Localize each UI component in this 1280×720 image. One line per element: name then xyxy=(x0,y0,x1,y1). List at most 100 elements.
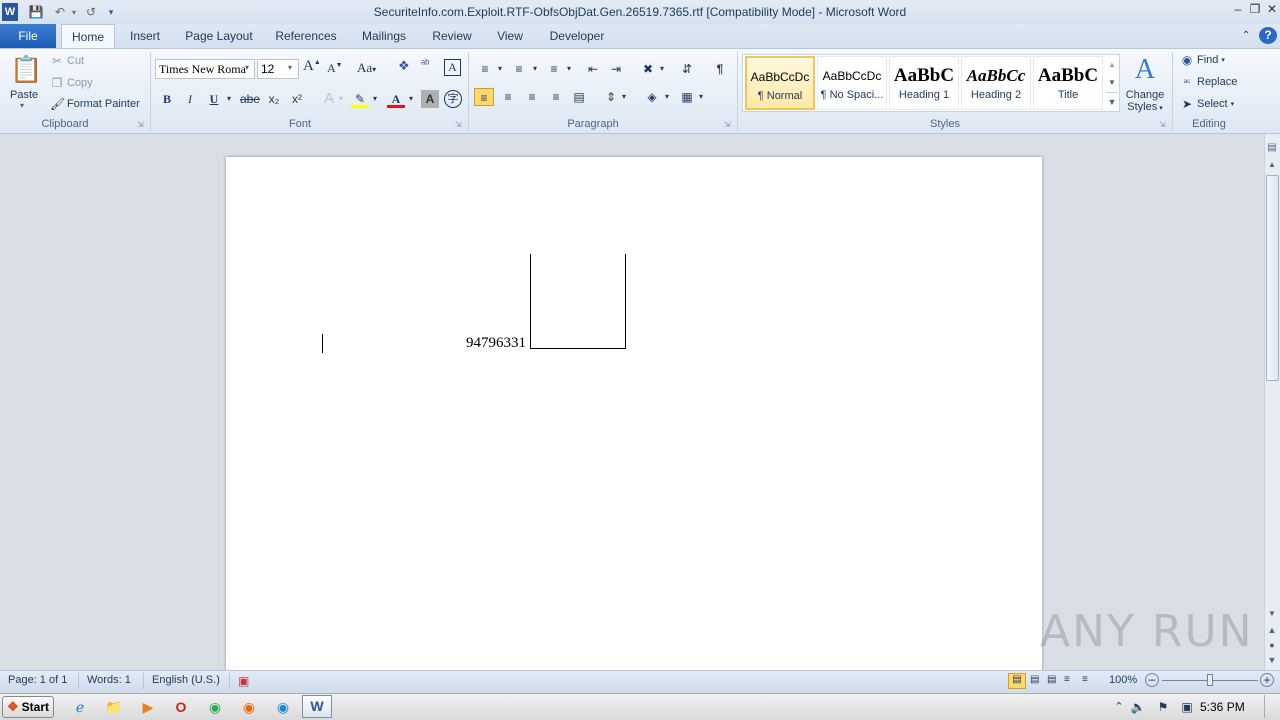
format-painter-button[interactable]: 🖌 Format Painter xyxy=(50,97,140,111)
word-taskbar-icon[interactable]: W xyxy=(302,695,332,718)
numbering-dropdown-icon[interactable]: ▾ xyxy=(530,60,540,78)
line-spacing-dropdown-icon[interactable]: ▾ xyxy=(619,88,629,106)
asian-layout-icon[interactable]: ✖ xyxy=(638,60,658,78)
document-page[interactable] xyxy=(226,157,1042,677)
phonetic-guide-icon[interactable]: ᵃᵇ xyxy=(421,58,429,70)
shading-icon[interactable]: ◈ xyxy=(642,88,662,106)
change-case-button[interactable]: Aa▾ xyxy=(357,60,376,76)
font-color-dropdown-icon[interactable]: ▾ xyxy=(406,90,416,108)
strikethrough-button[interactable]: abe xyxy=(240,90,260,108)
align-center-icon[interactable]: ≡ xyxy=(498,88,518,106)
enclose-characters-icon[interactable]: 字 xyxy=(444,90,462,108)
zoom-level[interactable]: 100% xyxy=(1109,674,1137,686)
help-icon[interactable]: ? xyxy=(1259,27,1277,44)
tab-insert[interactable]: Insert xyxy=(122,24,168,48)
scroll-down-icon[interactable]: ▼ xyxy=(1266,609,1278,621)
shading-dropdown-icon[interactable]: ▾ xyxy=(662,88,672,106)
styles-more-icon[interactable]: ▼ xyxy=(1106,92,1118,110)
scroll-up-icon[interactable]: ▲ xyxy=(1266,160,1278,172)
grow-font-button[interactable]: A▲ xyxy=(303,58,321,75)
edge-icon[interactable]: ◉ xyxy=(272,697,294,717)
underline-button[interactable]: U xyxy=(205,90,223,108)
show-formatting-button[interactable]: ¶ xyxy=(710,60,730,78)
styles-launcher-icon[interactable]: ⇲ xyxy=(1159,120,1166,129)
bullets-icon[interactable]: ≡ xyxy=(475,60,495,78)
ruler-toggle-icon[interactable]: ▤ xyxy=(1266,142,1278,156)
page-count[interactable]: Page: 1 of 1 xyxy=(8,674,67,686)
superscript-button[interactable]: x² xyxy=(287,90,307,108)
subscript-button[interactable]: x₂ xyxy=(264,90,284,108)
borders-dropdown-icon[interactable]: ▾ xyxy=(696,88,706,106)
media-player-icon[interactable]: ▶ xyxy=(137,697,159,717)
font-name-dropdown-icon[interactable]: ▾ xyxy=(245,63,249,72)
increase-indent-icon[interactable]: ⇥ xyxy=(606,60,626,78)
print-layout-icon[interactable]: ▤ xyxy=(1008,673,1026,689)
zoom-slider-thumb[interactable] xyxy=(1207,674,1213,686)
justify-icon[interactable]: ≡ xyxy=(546,88,566,106)
paragraph-launcher-icon[interactable]: ⇲ xyxy=(724,120,731,129)
opera-icon[interactable]: O xyxy=(170,697,192,717)
cut-button[interactable]: ✂ Cut xyxy=(50,54,84,68)
select-button[interactable]: ➤ Select ▾ xyxy=(1180,97,1234,111)
embedded-object-frame[interactable] xyxy=(530,254,626,349)
paste-icon[interactable]: 📋 xyxy=(10,54,42,88)
action-center-icon[interactable]: ⚑ xyxy=(1152,697,1174,717)
firefox-icon[interactable]: ◉ xyxy=(238,697,260,717)
style-title[interactable]: AaBbC Title xyxy=(1033,56,1103,110)
italic-button[interactable]: I xyxy=(181,90,199,108)
show-desktop-button[interactable] xyxy=(1264,695,1278,718)
shrink-font-button[interactable]: A▼ xyxy=(327,61,343,76)
style-no-spacing[interactable]: AaBbCcDc ¶ No Spaci... xyxy=(817,56,887,110)
ie-icon[interactable]: ℯ xyxy=(69,697,91,717)
copy-button[interactable]: ❐ Copy xyxy=(50,76,93,90)
bullets-dropdown-icon[interactable]: ▾ xyxy=(495,60,505,78)
chrome-icon[interactable]: ◉ xyxy=(204,697,226,717)
clipboard-launcher-icon[interactable]: ⇲ xyxy=(137,120,144,129)
style-normal[interactable]: AaBbCcDc ¶ Normal xyxy=(745,56,815,110)
character-shading-icon[interactable]: A xyxy=(421,90,439,108)
tab-mailings[interactable]: Mailings xyxy=(352,24,416,48)
zoom-in-icon[interactable]: + xyxy=(1260,673,1274,687)
borders-icon[interactable]: ▦ xyxy=(677,88,697,106)
style-heading-2[interactable]: AaBbCc Heading 2 xyxy=(961,56,1031,110)
font-name-select[interactable]: Times New Roma xyxy=(155,59,255,79)
restore-icon[interactable]: ❐ xyxy=(1246,2,1264,18)
minimize-ribbon-icon[interactable]: ⌃ xyxy=(1238,24,1254,48)
style-heading-1[interactable]: AaBbC Heading 1 xyxy=(889,56,959,110)
multilevel-dropdown-icon[interactable]: ▾ xyxy=(564,60,574,78)
character-border-icon[interactable]: A xyxy=(444,59,461,76)
underline-dropdown-icon[interactable]: ▾ xyxy=(224,90,234,108)
asian-layout-dropdown-icon[interactable]: ▾ xyxy=(657,60,667,78)
outline-icon[interactable]: ≡ xyxy=(1064,674,1070,685)
close-icon[interactable]: ✕ xyxy=(1263,2,1280,18)
volume-icon[interactable]: 🔈 xyxy=(1127,697,1149,717)
text-effects-dropdown-icon[interactable]: ▾ xyxy=(336,90,346,108)
macro-record-icon[interactable]: ▣ xyxy=(238,674,249,688)
web-layout-icon[interactable]: ▤ xyxy=(1047,674,1056,685)
word-count[interactable]: Words: 1 xyxy=(87,674,131,686)
tab-references[interactable]: References xyxy=(270,24,342,48)
font-size-select[interactable]: 12 xyxy=(257,59,299,79)
replace-button[interactable]: ᵃᶜ Replace xyxy=(1180,75,1238,89)
align-right-icon[interactable]: ≡ xyxy=(522,88,542,106)
explorer-icon[interactable]: 📁 xyxy=(103,697,125,717)
distributed-icon[interactable]: ▤ xyxy=(569,88,589,106)
find-button[interactable]: ◉ Find ▾ xyxy=(1180,53,1225,67)
tab-file[interactable]: File xyxy=(0,24,56,48)
font-color-icon[interactable]: A xyxy=(387,90,405,108)
tab-review[interactable]: Review xyxy=(426,24,478,48)
tab-view[interactable]: View xyxy=(490,24,530,48)
document-text[interactable]: 94796331 xyxy=(466,335,526,352)
font-size-dropdown-icon[interactable]: ▾ xyxy=(288,63,292,72)
tab-page-layout[interactable]: Page Layout xyxy=(180,24,258,48)
paste-button[interactable]: Paste xyxy=(10,89,38,101)
numbering-icon[interactable]: ≡ xyxy=(509,60,529,78)
network-icon[interactable]: ▣ xyxy=(1176,697,1198,717)
minimize-icon[interactable]: – xyxy=(1229,2,1247,18)
align-left-icon[interactable]: ≡ xyxy=(474,88,494,106)
full-screen-reading-icon[interactable]: ▤ xyxy=(1030,674,1039,685)
start-button[interactable]: ❖ Start xyxy=(2,696,54,718)
tab-developer[interactable]: Developer xyxy=(542,24,612,48)
decrease-indent-icon[interactable]: ⇤ xyxy=(583,60,603,78)
highlight-dropdown-icon[interactable]: ▾ xyxy=(370,90,380,108)
